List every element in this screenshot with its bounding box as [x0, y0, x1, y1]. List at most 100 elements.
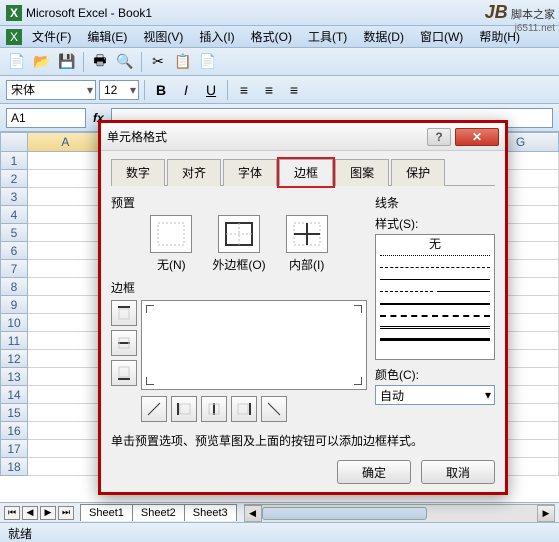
style-option[interactable] — [380, 287, 490, 296]
row-header[interactable]: 10 — [0, 314, 28, 332]
border-left-button[interactable] — [171, 396, 197, 422]
fontsize-select[interactable]: 12 — [99, 80, 139, 100]
print-button[interactable]: 🖶 — [89, 51, 111, 73]
hscroll-track[interactable] — [262, 505, 537, 522]
row-header[interactable]: 16 — [0, 422, 28, 440]
row-header[interactable]: 17 — [0, 440, 28, 458]
border-right-button[interactable] — [231, 396, 257, 422]
new-button[interactable]: 📄 — [6, 51, 28, 73]
row-header[interactable]: 5 — [0, 224, 28, 242]
border-hmid-button[interactable] — [111, 330, 137, 356]
color-select[interactable]: 自动 — [375, 385, 495, 405]
row-header[interactable]: 1 — [0, 152, 28, 170]
tab-nav-next[interactable]: ▶ — [40, 506, 56, 520]
inside-icon — [292, 221, 322, 247]
save-button[interactable]: 💾 — [56, 51, 78, 73]
border-preview[interactable] — [141, 300, 367, 390]
preset-none-button[interactable]: 无(N) — [150, 215, 192, 273]
watermark-logo: JB — [485, 2, 508, 22]
color-label: 颜色(C): — [375, 366, 495, 383]
tab-pattern[interactable]: 图案 — [335, 159, 389, 186]
border-vmid-button[interactable] — [201, 396, 227, 422]
col-header[interactable]: A — [28, 132, 104, 152]
row-header[interactable]: 12 — [0, 350, 28, 368]
style-option[interactable] — [380, 311, 490, 320]
dialog-titlebar[interactable]: 单元格格式 ? ✕ — [101, 123, 505, 151]
sheet-tab[interactable]: Sheet2 — [132, 504, 185, 521]
app-menu-icon[interactable]: X — [6, 29, 22, 45]
border-label: 边框 — [111, 279, 367, 296]
font-select[interactable]: 宋体 — [6, 80, 96, 100]
menu-file[interactable]: 文件(F) — [26, 26, 77, 47]
select-all-corner[interactable] — [0, 132, 28, 152]
style-option[interactable] — [380, 263, 490, 272]
tab-font[interactable]: 字体 — [223, 159, 277, 186]
help-button[interactable]: ? — [427, 128, 451, 146]
paste-button[interactable]: 📄 — [197, 51, 219, 73]
style-none[interactable]: 无 — [380, 239, 490, 248]
row-header[interactable]: 2 — [0, 170, 28, 188]
preset-outline-button[interactable]: 外边框(O) — [212, 215, 265, 273]
menu-view[interactable]: 视图(V) — [137, 26, 189, 47]
align-left-button[interactable]: ≡ — [233, 79, 255, 101]
align-center-button[interactable]: ≡ — [258, 79, 280, 101]
menu-insert[interactable]: 插入(I) — [193, 26, 240, 47]
border-diag-up-button[interactable] — [141, 396, 167, 422]
style-option[interactable] — [380, 299, 490, 308]
copy-button[interactable]: 📋 — [172, 51, 194, 73]
hscroll-thumb[interactable] — [262, 507, 427, 520]
status-text: 就绪 — [8, 527, 32, 541]
menu-data[interactable]: 数据(D) — [357, 26, 410, 47]
row-header[interactable]: 7 — [0, 260, 28, 278]
border-bottom-button[interactable] — [111, 360, 137, 386]
tab-align[interactable]: 对齐 — [167, 159, 221, 186]
open-button[interactable]: 📂 — [31, 51, 53, 73]
row-header[interactable]: 13 — [0, 368, 28, 386]
name-box[interactable]: A1 — [6, 108, 86, 128]
tab-number[interactable]: 数字 — [111, 159, 165, 186]
line-style-list[interactable]: 无 — [375, 234, 495, 360]
preview-button[interactable]: 🔍 — [114, 51, 136, 73]
border-top-button[interactable] — [111, 300, 137, 326]
close-button[interactable]: ✕ — [455, 128, 499, 146]
scroll-right-button[interactable]: ▶ — [537, 505, 555, 522]
underline-button[interactable]: U — [200, 79, 222, 101]
tab-protect[interactable]: 保护 — [391, 159, 445, 186]
tab-nav-first[interactable]: ⏮ — [4, 506, 20, 520]
scroll-left-button[interactable]: ◀ — [244, 505, 262, 522]
tab-nav-prev[interactable]: ◀ — [22, 506, 38, 520]
cancel-button[interactable]: 取消 — [421, 460, 495, 484]
tab-border[interactable]: 边框 — [279, 159, 333, 186]
row-header[interactable]: 4 — [0, 206, 28, 224]
row-header[interactable]: 9 — [0, 296, 28, 314]
watermark-url: j6511.net — [485, 23, 555, 34]
window-title: Microsoft Excel - Book1 — [26, 6, 152, 20]
row-header[interactable]: 11 — [0, 332, 28, 350]
align-right-button[interactable]: ≡ — [283, 79, 305, 101]
menu-window[interactable]: 窗口(W) — [414, 26, 469, 47]
row-header[interactable]: 6 — [0, 242, 28, 260]
preset-inside-button[interactable]: 内部(I) — [286, 215, 328, 273]
sheet-tab[interactable]: Sheet3 — [184, 504, 237, 521]
row-header[interactable]: 3 — [0, 188, 28, 206]
tab-nav-last[interactable]: ⏭ — [58, 506, 74, 520]
menu-edit[interactable]: 编辑(E) — [81, 26, 133, 47]
menu-format[interactable]: 格式(O) — [245, 26, 298, 47]
ok-button[interactable]: 确定 — [337, 460, 411, 484]
style-label: 样式(S): — [375, 215, 495, 232]
style-option[interactable] — [380, 335, 490, 344]
style-option[interactable] — [380, 251, 490, 260]
row-header[interactable]: 8 — [0, 278, 28, 296]
style-option[interactable] — [380, 275, 490, 284]
hint-text: 单击预置选项、预览草图及上面的按钮可以添加边框样式。 — [111, 432, 495, 450]
cut-button[interactable]: ✂ — [147, 51, 169, 73]
menu-tools[interactable]: 工具(T) — [302, 26, 353, 47]
row-header[interactable]: 14 — [0, 386, 28, 404]
italic-button[interactable]: I — [175, 79, 197, 101]
border-diag-down-button[interactable] — [261, 396, 287, 422]
sheet-tab[interactable]: Sheet1 — [80, 504, 133, 521]
row-header[interactable]: 18 — [0, 458, 28, 476]
row-header[interactable]: 15 — [0, 404, 28, 422]
style-option[interactable] — [380, 323, 490, 332]
bold-button[interactable]: B — [150, 79, 172, 101]
